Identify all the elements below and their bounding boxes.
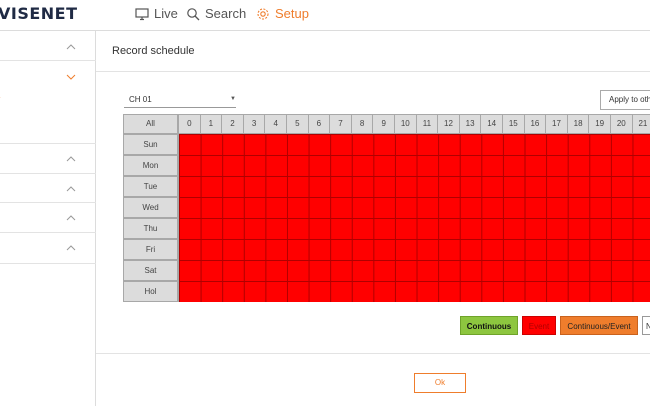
brand-logo: VISENET [0, 4, 78, 23]
nav-live[interactable]: Live [135, 6, 178, 21]
hour-header[interactable]: 4 [264, 114, 287, 134]
sidebar-section-5[interactable] [0, 203, 96, 233]
hour-header[interactable]: 7 [329, 114, 352, 134]
monitor-icon [135, 7, 149, 20]
hour-header[interactable]: 15 [502, 114, 525, 134]
ok-button[interactable]: Ok [414, 373, 466, 393]
legend-none[interactable]: N [642, 316, 650, 335]
day-row-header[interactable]: Thu [123, 218, 178, 239]
hour-header[interactable]: 14 [480, 114, 503, 134]
sidebar-section-6[interactable] [0, 233, 96, 264]
hour-header[interactable]: 1 [199, 114, 223, 134]
hour-header[interactable]: 0 [178, 114, 201, 134]
legend-continuous-event[interactable]: Continuous/Event [560, 316, 638, 335]
nav-search[interactable]: Search [186, 6, 246, 21]
day-row-header[interactable]: Wed [123, 197, 178, 218]
hour-header[interactable]: 2 [221, 114, 244, 134]
sidebar: r [0, 31, 96, 406]
day-row-header[interactable]: Mon [123, 155, 178, 176]
nav-search-label: Search [205, 6, 247, 21]
hour-header[interactable]: 10 [394, 114, 417, 134]
channel-select[interactable]: CH 01 ▼ [124, 91, 236, 108]
sidebar-section-4[interactable] [0, 174, 96, 203]
divider [96, 71, 650, 72]
day-row-header[interactable]: Tue [123, 176, 178, 197]
nav-live-label: Live [154, 6, 178, 21]
hour-header[interactable]: 19 [588, 114, 611, 134]
hour-header[interactable]: 16 [523, 114, 547, 134]
hour-header[interactable]: 5 [286, 114, 309, 134]
day-row-header[interactable]: Sat [123, 260, 178, 281]
day-row-header[interactable]: Sun [123, 134, 178, 155]
chevron-down-icon [66, 74, 76, 80]
hour-header[interactable]: 9 [372, 114, 395, 134]
top-bar: VISENET Live Search Setup [0, 0, 650, 31]
hour-header[interactable]: 21 [631, 114, 650, 134]
chevron-up-icon [66, 44, 76, 50]
hour-header[interactable]: 6 [307, 114, 331, 134]
sidebar-section-2-expanded[interactable] [0, 61, 96, 144]
gear-icon [257, 7, 269, 20]
legend-continuous[interactable]: Continuous [460, 316, 518, 335]
hour-header[interactable]: 12 [437, 114, 460, 134]
legend-event[interactable]: Event [522, 316, 556, 335]
hour-header[interactable]: 13 [458, 114, 482, 134]
search-icon [187, 7, 200, 20]
page-title: Record schedule [112, 45, 195, 57]
hour-header[interactable]: 17 [545, 114, 568, 134]
hour-header[interactable]: 20 [610, 114, 633, 134]
day-row-header[interactable]: Fri [123, 239, 178, 260]
hour-header[interactable]: 11 [415, 114, 439, 134]
apply-to-others-button[interactable]: Apply to oth [600, 90, 650, 110]
chevron-up-icon [66, 186, 76, 192]
nav-setup-label: Setup [275, 6, 309, 21]
chevron-up-icon [66, 245, 76, 251]
hour-header[interactable]: 18 [566, 114, 590, 134]
chevron-up-icon [66, 215, 76, 221]
dropdown-arrow-icon: ▼ [230, 96, 236, 102]
hour-header[interactable]: 3 [242, 114, 266, 134]
select-all-header[interactable]: All [123, 114, 178, 134]
nav-setup[interactable]: Setup [256, 6, 309, 21]
channel-select-value: CH 01 [129, 95, 152, 104]
hour-header[interactable]: 8 [350, 114, 374, 134]
day-row-header[interactable]: Hol [123, 281, 178, 302]
sidebar-section-1[interactable] [0, 31, 96, 61]
sidebar-section-3[interactable] [0, 144, 96, 174]
schedule-cells-event[interactable] [178, 134, 650, 302]
chevron-up-icon [66, 156, 76, 162]
divider [96, 353, 650, 354]
